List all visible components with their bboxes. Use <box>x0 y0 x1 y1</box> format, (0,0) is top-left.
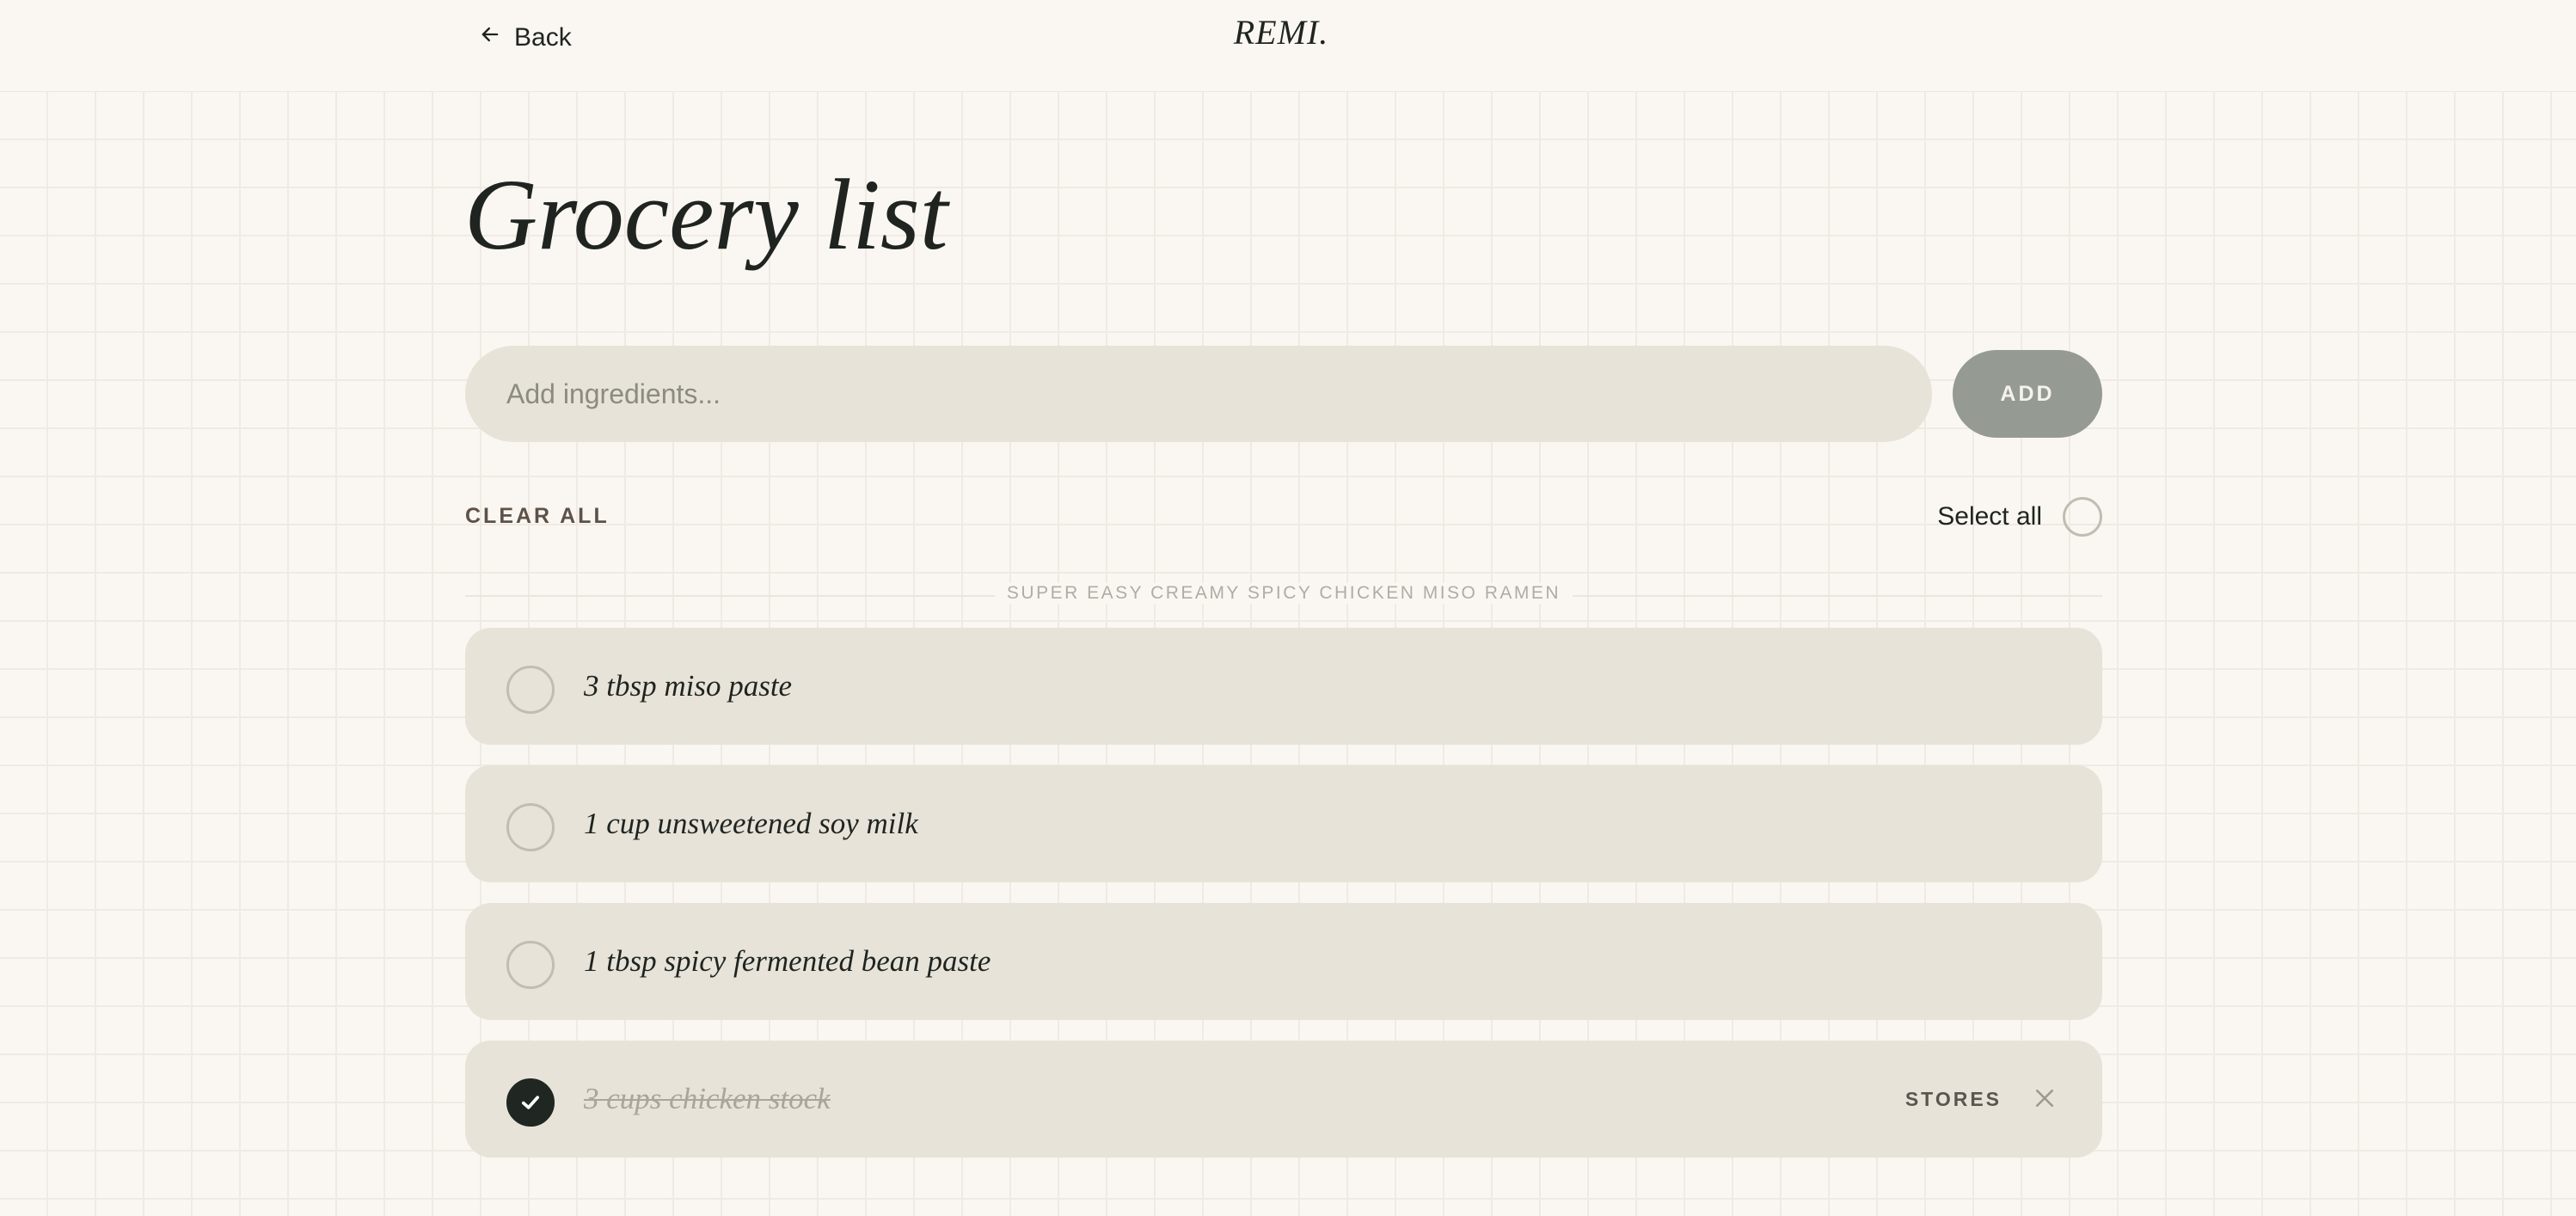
select-all-toggle[interactable]: Select all <box>1937 497 2102 537</box>
stores-button[interactable]: STORES <box>1905 1041 2002 1158</box>
clear-all-button[interactable]: CLEAR ALL <box>465 504 610 529</box>
item-label: 1 cup unsweetened soy milk <box>584 807 918 840</box>
item-label: 3 cups chicken stock <box>584 1082 831 1115</box>
top-bar: Back REMI. <box>0 0 2576 92</box>
recipe-title: SUPER EASY CREAMY SPICY CHICKEN MISO RAM… <box>994 583 1573 604</box>
close-icon[interactable] <box>2032 1085 2058 1111</box>
item-checkbox[interactable] <box>506 941 555 989</box>
back-link[interactable]: Back <box>478 19 572 57</box>
item-label: 3 tbsp miso paste <box>584 669 793 703</box>
item-checkbox-checked[interactable] <box>506 1078 555 1127</box>
item-checkbox[interactable] <box>506 803 555 851</box>
add-ingredient-input[interactable] <box>465 346 1932 442</box>
item-checkbox[interactable] <box>506 666 555 714</box>
grocery-item[interactable]: 1 tbsp spicy fermented bean paste <box>465 903 2102 1020</box>
recipe-section-header: SUPER EASY CREAMY SPICY CHICKEN MISO RAM… <box>465 580 2102 611</box>
select-all-label: Select all <box>1937 502 2042 531</box>
grocery-item-checked[interactable]: 3 cups chicken stock STORES <box>465 1041 2102 1158</box>
grocery-item[interactable]: 3 tbsp miso paste <box>465 628 2102 745</box>
checkmark-icon <box>521 1096 540 1109</box>
back-label: Back <box>514 23 572 52</box>
arrow-left-icon <box>478 22 502 53</box>
grocery-item[interactable]: 1 cup unsweetened soy milk <box>465 765 2102 882</box>
select-all-checkbox[interactable] <box>2063 497 2102 537</box>
item-label: 1 tbsp spicy fermented bean paste <box>584 944 991 978</box>
page-title: Grocery list <box>464 158 948 271</box>
brand-logo[interactable]: REMI. <box>1204 12 1359 52</box>
add-button[interactable]: ADD <box>1953 350 2102 438</box>
